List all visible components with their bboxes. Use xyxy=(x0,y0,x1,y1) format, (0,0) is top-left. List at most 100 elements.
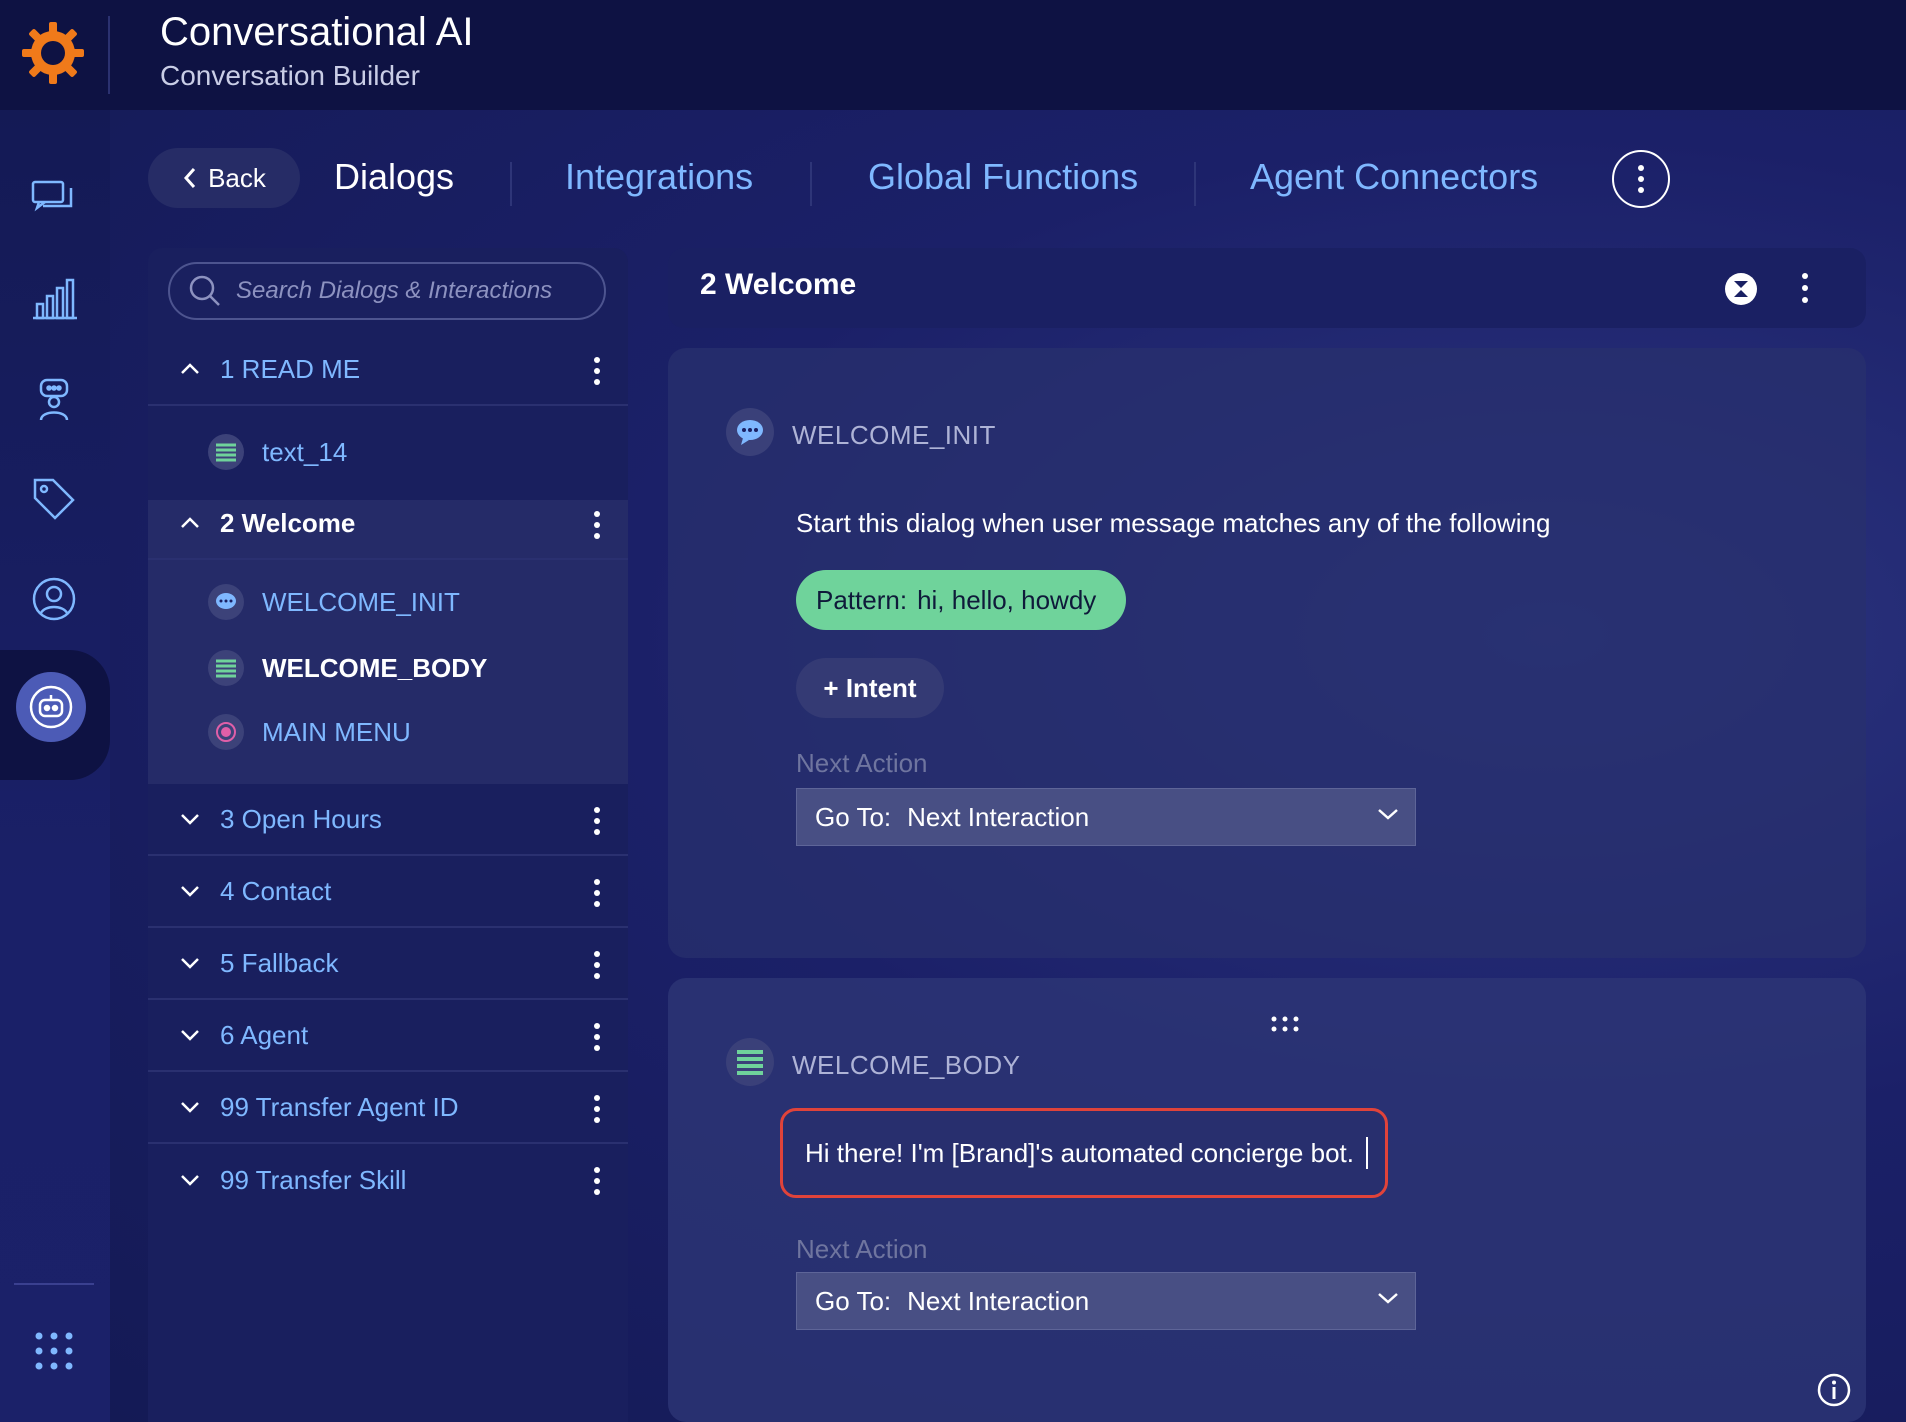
chevron-down-icon[interactable] xyxy=(172,885,208,897)
kebab-icon[interactable] xyxy=(1800,272,1810,304)
chevron-down-icon[interactable] xyxy=(172,1174,208,1186)
tab-divider xyxy=(810,162,812,206)
dialog-title: 2 Welcome xyxy=(700,268,857,301)
tab-divider xyxy=(510,162,512,206)
search-box xyxy=(168,262,606,320)
message-text-field[interactable]: Hi there! I'm [Brand]'s automated concie… xyxy=(780,1108,1388,1198)
apps-grid-icon[interactable] xyxy=(25,1322,83,1380)
dialog-label: 2 Welcome xyxy=(220,507,356,538)
chevron-down-icon xyxy=(1378,1293,1398,1304)
interaction-item-main-menu[interactable]: MAIN MENU xyxy=(208,706,411,758)
dialog-item-open-hours[interactable]: 3 Open Hours xyxy=(148,784,628,856)
dialog-item-agent[interactable]: 6 Agent xyxy=(148,1000,628,1072)
dialog-item-transfer-skill[interactable]: 99 Transfer Skill xyxy=(148,1144,628,1216)
kebab-icon[interactable] xyxy=(592,950,602,980)
interaction-name: WELCOME_INIT xyxy=(792,420,996,450)
main-area: Back Dialogs Integrations Global Functio… xyxy=(110,110,1906,1422)
dialog-item-read-me[interactable]: 1 READ ME xyxy=(148,334,628,406)
kebab-icon[interactable] xyxy=(592,878,602,908)
dialog-label: 99 Transfer Skill xyxy=(220,1164,407,1195)
tag-icon[interactable] xyxy=(25,470,83,528)
interaction-label: WELCOME_INIT xyxy=(262,586,460,617)
chevron-up-icon[interactable] xyxy=(172,363,208,375)
kebab-icon[interactable] xyxy=(592,356,602,386)
left-rail xyxy=(0,110,110,1422)
tab-global-functions[interactable]: Global Functions xyxy=(868,156,1138,198)
app-title: Conversational AI xyxy=(160,10,474,54)
dialog-label: 5 Fallback xyxy=(220,947,339,978)
interaction-name: WELCOME_BODY xyxy=(792,1050,1021,1080)
dialog-list-panel: 1 READ ME text_14 2 Welcome WELCOME_INIT… xyxy=(148,248,628,1422)
text-interaction-icon xyxy=(726,1038,774,1086)
dialog-label: 3 Open Hours xyxy=(220,803,382,834)
user-says-icon xyxy=(208,584,244,620)
chevron-up-icon[interactable] xyxy=(172,517,208,529)
user-icon[interactable] xyxy=(25,570,83,628)
goto-label: Go To: xyxy=(815,801,892,832)
next-action-label: Next Action xyxy=(796,748,928,778)
interaction-label: WELCOME_BODY xyxy=(262,652,488,683)
chevron-down-icon[interactable] xyxy=(172,1029,208,1041)
agent-icon[interactable] xyxy=(25,370,83,428)
next-action-select[interactable]: Go To: Next Interaction xyxy=(796,788,1416,846)
tab-agent-connectors[interactable]: Agent Connectors xyxy=(1250,156,1538,198)
interaction-card-welcome-init: WELCOME_INIT Start this dialog when user… xyxy=(668,348,1866,958)
conversations-icon[interactable] xyxy=(25,170,83,228)
add-intent-button[interactable]: + Intent xyxy=(796,658,944,718)
pattern-pill[interactable]: Pattern: hi, hello, howdy xyxy=(796,570,1127,630)
next-action-select[interactable]: Go To: Next Interaction xyxy=(796,1272,1416,1330)
top-bar: Conversational AI Conversation Builder xyxy=(0,0,1906,110)
app-logo-icon[interactable] xyxy=(18,18,88,88)
goto-value: Next Interaction xyxy=(907,1285,1090,1316)
dialog-header: 2 Welcome xyxy=(668,248,1866,328)
trigger-description: Start this dialog when user message matc… xyxy=(796,508,1551,538)
kebab-icon[interactable] xyxy=(592,1022,602,1052)
back-label: Back xyxy=(208,162,266,193)
tab-dialogs[interactable]: Dialogs xyxy=(334,156,454,198)
chevron-left-icon xyxy=(184,168,196,188)
goto-value: Next Interaction xyxy=(907,801,1090,832)
kebab-icon xyxy=(1638,165,1644,193)
search-icon xyxy=(189,275,220,306)
kebab-icon[interactable] xyxy=(592,1166,602,1196)
interaction-card-welcome-body: WELCOME_BODY Hi there! I'm [Brand]'s aut… xyxy=(668,978,1866,1422)
dialog-label: 4 Contact xyxy=(220,875,332,906)
back-button[interactable]: Back xyxy=(148,148,300,208)
kebab-icon[interactable] xyxy=(592,510,602,540)
kebab-icon[interactable] xyxy=(592,1094,602,1124)
app-subtitle: Conversation Builder xyxy=(160,60,420,91)
interaction-item-welcome-init[interactable]: WELCOME_INIT xyxy=(208,576,460,628)
text-caret xyxy=(1365,1137,1368,1169)
tab-integrations[interactable]: Integrations xyxy=(565,156,753,198)
bot-icon[interactable] xyxy=(16,672,86,742)
logo-divider xyxy=(108,16,110,94)
interaction-label: MAIN MENU xyxy=(262,716,411,747)
message-text: Hi there! I'm [Brand]'s automated concie… xyxy=(805,1137,1354,1168)
collapse-all-icon[interactable] xyxy=(1724,272,1758,306)
goto-label: Go To: xyxy=(815,1285,892,1316)
kebab-icon[interactable] xyxy=(592,806,602,836)
interaction-item-welcome-body[interactable]: WELCOME_BODY xyxy=(208,642,487,694)
search-input[interactable] xyxy=(236,277,596,305)
dialog-label: 1 READ ME xyxy=(220,353,361,384)
question-interaction-icon xyxy=(208,714,244,750)
dialog-item-contact[interactable]: 4 Contact xyxy=(148,856,628,928)
text-interaction-icon xyxy=(208,650,244,686)
user-says-icon xyxy=(726,408,774,456)
dialog-item-welcome[interactable]: 2 Welcome xyxy=(148,488,628,560)
dialog-label: 6 Agent xyxy=(220,1019,309,1050)
pattern-label: Pattern: xyxy=(816,584,908,615)
chevron-down-icon[interactable] xyxy=(172,813,208,825)
chevron-down-icon[interactable] xyxy=(172,1101,208,1113)
interaction-item-text-14[interactable]: text_14 xyxy=(208,426,347,478)
dialog-item-fallback[interactable]: 5 Fallback xyxy=(148,928,628,1000)
text-interaction-icon xyxy=(208,434,244,470)
more-options-button[interactable] xyxy=(1612,150,1670,208)
dialog-item-transfer-agent-id[interactable]: 99 Transfer Agent ID xyxy=(148,1072,628,1144)
info-icon[interactable] xyxy=(1816,1372,1852,1408)
analytics-icon[interactable] xyxy=(25,270,83,328)
next-action-label: Next Action xyxy=(796,1234,928,1264)
chevron-down-icon[interactable] xyxy=(172,957,208,969)
drag-handle-icon[interactable] xyxy=(1270,1014,1300,1034)
tab-divider xyxy=(1194,162,1196,206)
